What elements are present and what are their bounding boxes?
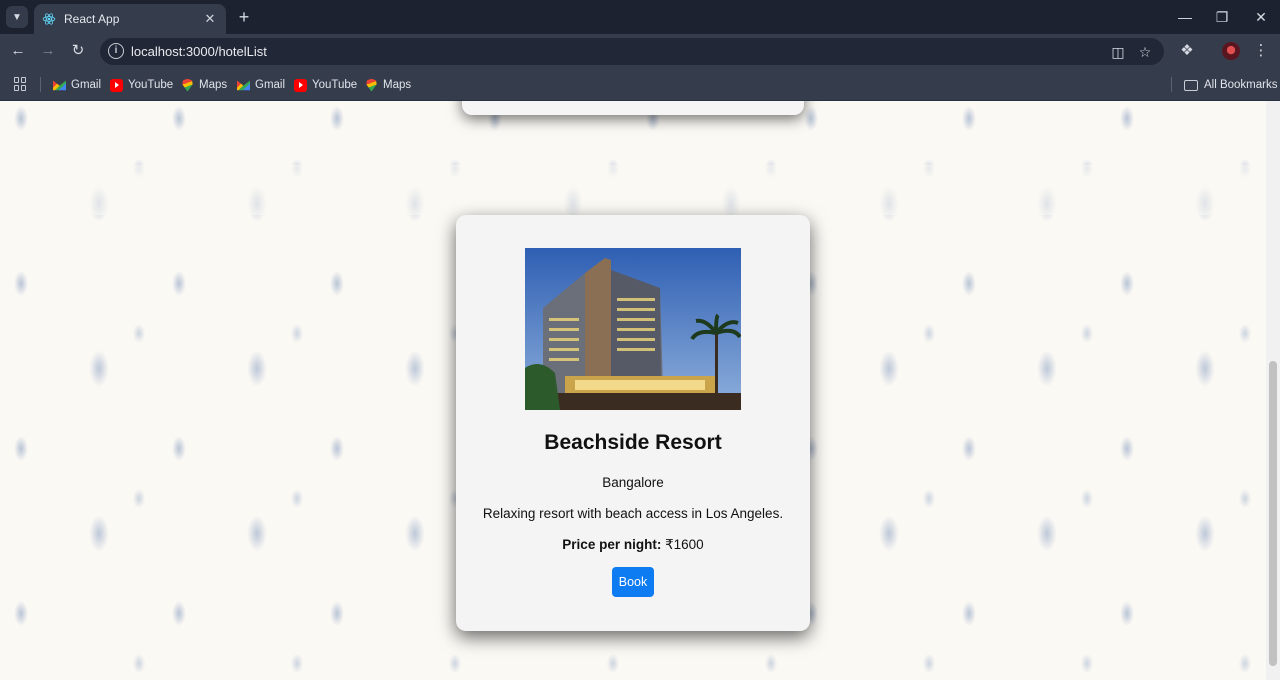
bookmark-star-icon[interactable]: ☆ xyxy=(1137,44,1153,60)
back-arrow-icon[interactable]: ← xyxy=(7,40,29,62)
bookmark-label: YouTube xyxy=(312,79,358,91)
previous-hotel-card xyxy=(462,101,804,115)
restore-icon[interactable]: ❐ xyxy=(1208,6,1236,28)
bookmarks-bar: Gmail YouTube Maps Gmail YouTube Maps Al… xyxy=(0,68,1280,101)
browser-title-bar: ▼ React App ✕ + — ❐ ✕ xyxy=(0,0,1280,34)
bookmarks-divider xyxy=(1171,77,1172,92)
address-bar[interactable]: i localhost:3000/hotelList ◫ ☆ xyxy=(100,38,1164,65)
all-bookmarks-label: All Bookmarks xyxy=(1204,79,1278,91)
gmail-icon xyxy=(237,80,250,91)
bookmark-maps[interactable]: Maps xyxy=(365,76,411,94)
youtube-icon xyxy=(294,78,307,92)
page-scrollbar[interactable] xyxy=(1266,101,1280,680)
page-viewport: Beachside Resort Bangalore Relaxing reso… xyxy=(0,101,1266,680)
hotel-description: Relaxing resort with beach access in Los… xyxy=(482,506,784,521)
hotel-price: Price per night: ₹1600 xyxy=(456,537,810,553)
all-bookmarks-folder[interactable]: All Bookmarks xyxy=(1184,76,1278,94)
bookmark-maps[interactable]: Maps xyxy=(181,76,227,94)
site-info-icon[interactable]: i xyxy=(108,43,124,59)
scrollbar-thumb[interactable] xyxy=(1269,361,1277,666)
browser-toolbar: ← → ↻ i localhost:3000/hotelList ◫ ☆ ❖ ⋮ xyxy=(0,34,1280,68)
reload-icon[interactable]: ↻ xyxy=(67,40,89,62)
price-label: Price per night: xyxy=(562,537,662,552)
hotel-card: Beachside Resort Bangalore Relaxing reso… xyxy=(456,215,810,631)
browser-tab[interactable]: React App ✕ xyxy=(34,4,226,34)
url-text[interactable]: localhost:3000/hotelList xyxy=(131,44,267,59)
tab-search-chevron-icon[interactable]: ▼ xyxy=(6,6,28,28)
youtube-icon xyxy=(110,78,123,92)
bookmark-youtube[interactable]: YouTube xyxy=(294,76,357,94)
react-favicon-icon xyxy=(42,13,56,25)
gmail-icon xyxy=(53,80,66,91)
bookmark-gmail[interactable]: Gmail xyxy=(53,76,101,94)
profile-avatar[interactable] xyxy=(1222,42,1240,60)
menu-kebab-icon[interactable]: ⋮ xyxy=(1250,40,1272,62)
apps-grid-icon[interactable] xyxy=(14,77,28,91)
forward-arrow-icon[interactable]: → xyxy=(37,40,59,62)
bookmark-youtube[interactable]: YouTube xyxy=(110,76,173,94)
hotel-name: Beachside Resort xyxy=(544,431,722,454)
extensions-puzzle-icon[interactable]: ❖ xyxy=(1176,40,1198,62)
new-tab-plus-icon[interactable]: + xyxy=(234,6,254,28)
background-band xyxy=(0,165,1266,215)
hotel-image xyxy=(525,248,741,410)
tab-title: React App xyxy=(64,12,120,26)
minimize-icon[interactable]: — xyxy=(1171,6,1199,28)
bookmarks-divider xyxy=(40,77,41,92)
maps-icon xyxy=(182,78,193,92)
install-app-icon[interactable]: ◫ xyxy=(1110,44,1126,60)
bookmark-label: Maps xyxy=(383,79,412,91)
bookmark-label: YouTube xyxy=(128,79,174,91)
bookmark-label: Gmail xyxy=(255,79,286,91)
bookmark-gmail[interactable]: Gmail xyxy=(237,76,285,94)
folder-icon xyxy=(1184,79,1198,91)
bookmark-label: Maps xyxy=(199,79,228,91)
hotel-city: Bangalore xyxy=(602,475,664,490)
maps-icon xyxy=(366,78,377,92)
tab-close-icon[interactable]: ✕ xyxy=(202,11,218,27)
book-button[interactable]: Book xyxy=(612,567,654,597)
price-value: ₹1600 xyxy=(661,537,704,552)
bookmark-label: Gmail xyxy=(71,79,102,91)
close-window-icon[interactable]: ✕ xyxy=(1247,6,1275,28)
